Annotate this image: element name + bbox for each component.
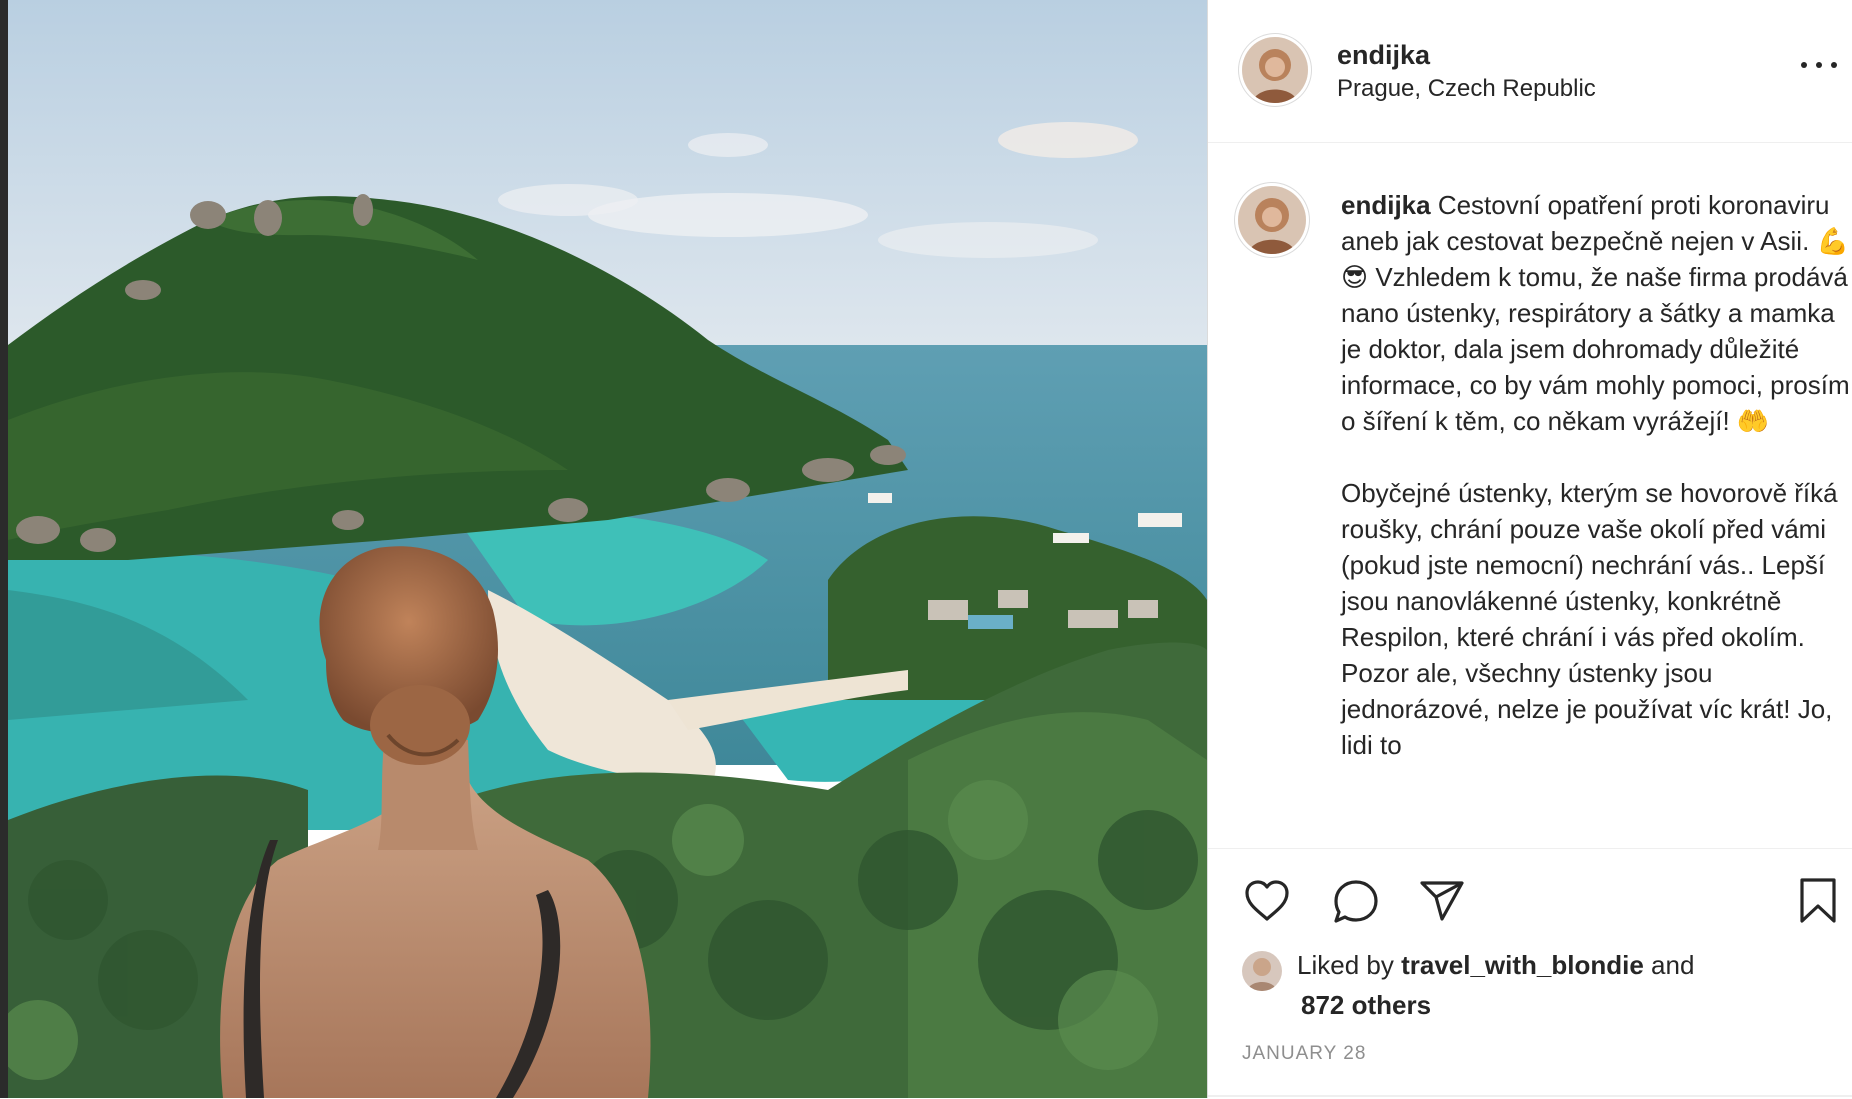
action-section: Liked by travel_with_blondie and 872 oth…: [1208, 848, 1852, 1099]
header-location[interactable]: Prague, Czech Republic: [1337, 75, 1596, 103]
liked-by-prefix: Liked by: [1297, 950, 1402, 980]
caption-text: Cestovní opatření proti koronaviru aneb …: [1341, 190, 1850, 760]
caption-username[interactable]: endijka: [1341, 190, 1431, 220]
divider: [1208, 1095, 1852, 1097]
paper-plane-icon[interactable]: [1418, 879, 1466, 928]
caption-avatar[interactable]: [1238, 186, 1306, 254]
liked-by-mid: and: [1643, 950, 1695, 980]
post-photo[interactable]: [8, 0, 1207, 1098]
post-caption: endijka Cestovní opatření proti koronavi…: [1341, 187, 1851, 763]
bookmark-icon[interactable]: [1798, 877, 1838, 930]
caption-area: endijka Cestovní opatření proti koronavi…: [1208, 143, 1852, 847]
comment-bubble-icon[interactable]: [1332, 879, 1380, 930]
window-edge: [0, 0, 8, 1098]
post-date[interactable]: JANUARY 28: [1242, 1043, 1366, 1065]
more-options-icon[interactable]: [1799, 56, 1839, 76]
post-header: endijka Prague, Czech Republic: [1208, 0, 1852, 143]
post-details-panel: endijka Prague, Czech Republic endijka C…: [1207, 0, 1852, 1098]
avatar[interactable]: [1242, 37, 1308, 103]
liked-by-user[interactable]: travel_with_blondie: [1401, 950, 1644, 980]
header-username[interactable]: endijka: [1337, 40, 1430, 71]
likes-summary: Liked by travel_with_blondie and 872 oth…: [1297, 945, 1817, 1025]
liker-avatar[interactable]: [1242, 951, 1282, 991]
heart-icon[interactable]: [1244, 879, 1290, 928]
liked-by-count[interactable]: 872 others: [1297, 990, 1431, 1020]
